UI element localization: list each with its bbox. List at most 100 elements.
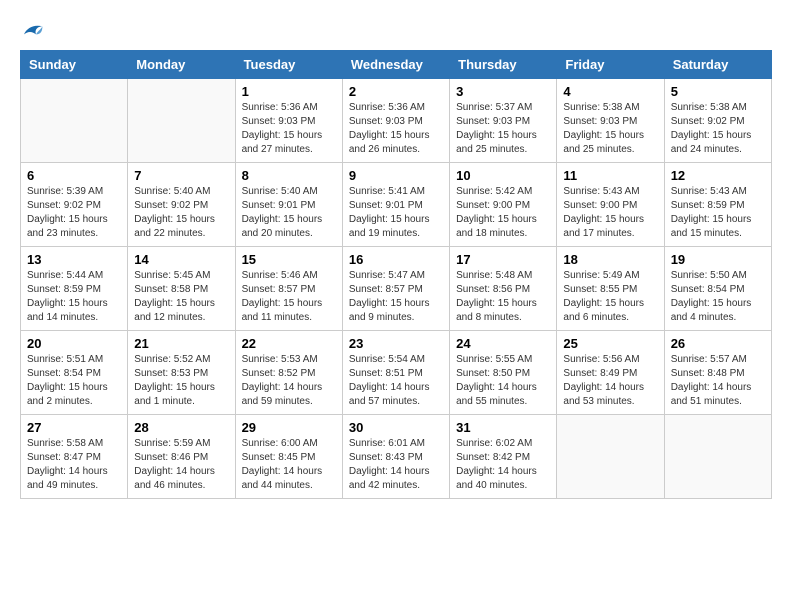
- day-info: Sunrise: 5:44 AM Sunset: 8:59 PM Dayligh…: [27, 269, 121, 325]
- day-info: Sunrise: 5:40 AM Sunset: 9:02 PM Dayligh…: [134, 185, 228, 241]
- day-number: 14: [134, 252, 228, 267]
- day-info: Sunrise: 5:38 AM Sunset: 9:03 PM Dayligh…: [563, 101, 657, 157]
- day-number: 11: [563, 168, 657, 183]
- day-number: 7: [134, 168, 228, 183]
- week-row-3: 13 Sunrise: 5:44 AM Sunset: 8:59 PM Dayli…: [21, 247, 772, 331]
- week-row-4: 20 Sunrise: 5:51 AM Sunset: 8:54 PM Dayli…: [21, 331, 772, 415]
- day-number: 13: [27, 252, 121, 267]
- day-info: Sunrise: 5:37 AM Sunset: 9:03 PM Dayligh…: [456, 101, 550, 157]
- day-number: 20: [27, 336, 121, 351]
- day-number: 4: [563, 84, 657, 99]
- day-number: 21: [134, 336, 228, 351]
- calendar-cell: 18Sunrise: 5:49 AM Sunset: 8:55 PM Dayli…: [557, 247, 664, 331]
- calendar-cell: 22 Sunrise: 5:53 AM Sunset: 8:52 PM Dayli…: [235, 331, 342, 415]
- day-info: Sunrise: 5:50 AM Sunset: 8:54 PM Dayligh…: [671, 269, 765, 325]
- day-info: Sunrise: 5:43 AM Sunset: 8:59 PM Dayligh…: [671, 185, 765, 241]
- calendar-cell: 17 Sunrise: 5:48 AM Sunset: 8:56 PM Dayli…: [450, 247, 557, 331]
- day-info: Sunrise: 5:49 AM Sunset: 8:55 PM Dayligh…: [563, 269, 657, 325]
- day-info: Sunrise: 5:57 AM Sunset: 8:48 PM Dayligh…: [671, 353, 765, 409]
- calendar-header-sunday: Sunday: [21, 51, 128, 79]
- calendar-cell: 23 Sunrise: 5:54 AM Sunset: 8:51 PM Dayli…: [342, 331, 449, 415]
- day-number: 27: [27, 420, 121, 435]
- calendar-header-wednesday: Wednesday: [342, 51, 449, 79]
- day-info: Sunrise: 5:46 AM Sunset: 8:57 PM Dayligh…: [242, 269, 336, 325]
- day-number: 16: [349, 252, 443, 267]
- calendar-cell: [128, 79, 235, 163]
- calendar-cell: 20 Sunrise: 5:51 AM Sunset: 8:54 PM Dayli…: [21, 331, 128, 415]
- day-number: 12: [671, 168, 765, 183]
- calendar-cell: 11 Sunrise: 5:43 AM Sunset: 9:00 PM Dayli…: [557, 163, 664, 247]
- day-number: 9: [349, 168, 443, 183]
- day-number: 30: [349, 420, 443, 435]
- day-info: Sunrise: 5:43 AM Sunset: 9:00 PM Dayligh…: [563, 185, 657, 241]
- calendar-header-thursday: Thursday: [450, 51, 557, 79]
- calendar-cell: [557, 415, 664, 499]
- day-number: 31: [456, 420, 550, 435]
- calendar-cell: 15 Sunrise: 5:46 AM Sunset: 8:57 PM Dayli…: [235, 247, 342, 331]
- calendar-cell: 12 Sunrise: 5:43 AM Sunset: 8:59 PM Dayli…: [664, 163, 771, 247]
- day-info: Sunrise: 5:58 AM Sunset: 8:47 PM Dayligh…: [27, 437, 121, 493]
- calendar-cell: 13 Sunrise: 5:44 AM Sunset: 8:59 PM Dayli…: [21, 247, 128, 331]
- day-info: Sunrise: 5:41 AM Sunset: 9:01 PM Dayligh…: [349, 185, 443, 241]
- day-number: 15: [242, 252, 336, 267]
- day-number: 8: [242, 168, 336, 183]
- day-number: 25: [563, 336, 657, 351]
- week-row-2: 6Sunrise: 5:39 AM Sunset: 9:02 PM Daylig…: [21, 163, 772, 247]
- calendar-cell: 27 Sunrise: 5:58 AM Sunset: 8:47 PM Dayli…: [21, 415, 128, 499]
- day-number: 28: [134, 420, 228, 435]
- day-info: Sunrise: 5:42 AM Sunset: 9:00 PM Dayligh…: [456, 185, 550, 241]
- day-info: Sunrise: 5:51 AM Sunset: 8:54 PM Dayligh…: [27, 353, 121, 409]
- calendar-header-monday: Monday: [128, 51, 235, 79]
- day-number: 19: [671, 252, 765, 267]
- calendar-cell: 5Sunrise: 5:38 AM Sunset: 9:02 PM Daylig…: [664, 79, 771, 163]
- day-info: Sunrise: 5:40 AM Sunset: 9:01 PM Dayligh…: [242, 185, 336, 241]
- day-info: Sunrise: 5:52 AM Sunset: 8:53 PM Dayligh…: [134, 353, 228, 409]
- calendar-cell: 9 Sunrise: 5:41 AM Sunset: 9:01 PM Daylig…: [342, 163, 449, 247]
- day-number: 3: [456, 84, 550, 99]
- week-row-5: 27 Sunrise: 5:58 AM Sunset: 8:47 PM Dayli…: [21, 415, 772, 499]
- calendar-header-saturday: Saturday: [664, 51, 771, 79]
- day-info: Sunrise: 5:36 AM Sunset: 9:03 PM Dayligh…: [349, 101, 443, 157]
- calendar-cell: 1 Sunrise: 5:36 AM Sunset: 9:03 PM Daylig…: [235, 79, 342, 163]
- calendar-header-tuesday: Tuesday: [235, 51, 342, 79]
- day-info: Sunrise: 5:45 AM Sunset: 8:58 PM Dayligh…: [134, 269, 228, 325]
- day-number: 26: [671, 336, 765, 351]
- day-info: Sunrise: 6:01 AM Sunset: 8:43 PM Dayligh…: [349, 437, 443, 493]
- day-number: 23: [349, 336, 443, 351]
- calendar-cell: [664, 415, 771, 499]
- calendar-cell: 10Sunrise: 5:42 AM Sunset: 9:00 PM Dayli…: [450, 163, 557, 247]
- day-info: Sunrise: 5:47 AM Sunset: 8:57 PM Dayligh…: [349, 269, 443, 325]
- calendar-cell: 3 Sunrise: 5:37 AM Sunset: 9:03 PM Daylig…: [450, 79, 557, 163]
- day-info: Sunrise: 5:54 AM Sunset: 8:51 PM Dayligh…: [349, 353, 443, 409]
- calendar-cell: 28 Sunrise: 5:59 AM Sunset: 8:46 PM Dayli…: [128, 415, 235, 499]
- calendar-table: SundayMondayTuesdayWednesdayThursdayFrid…: [20, 50, 772, 499]
- calendar-cell: 21 Sunrise: 5:52 AM Sunset: 8:53 PM Dayli…: [128, 331, 235, 415]
- calendar-cell: 24 Sunrise: 5:55 AM Sunset: 8:50 PM Dayli…: [450, 331, 557, 415]
- day-info: Sunrise: 5:48 AM Sunset: 8:56 PM Dayligh…: [456, 269, 550, 325]
- day-number: 17: [456, 252, 550, 267]
- day-info: Sunrise: 5:36 AM Sunset: 9:03 PM Dayligh…: [242, 101, 336, 157]
- day-number: 1: [242, 84, 336, 99]
- calendar-cell: 2 Sunrise: 5:36 AM Sunset: 9:03 PM Daylig…: [342, 79, 449, 163]
- day-info: Sunrise: 5:59 AM Sunset: 8:46 PM Dayligh…: [134, 437, 228, 493]
- day-number: 2: [349, 84, 443, 99]
- day-info: Sunrise: 5:39 AM Sunset: 9:02 PM Dayligh…: [27, 185, 121, 241]
- day-info: Sunrise: 5:55 AM Sunset: 8:50 PM Dayligh…: [456, 353, 550, 409]
- day-number: 24: [456, 336, 550, 351]
- page-header: [20, 20, 772, 40]
- calendar-cell: 25Sunrise: 5:56 AM Sunset: 8:49 PM Dayli…: [557, 331, 664, 415]
- calendar-cell: 4 Sunrise: 5:38 AM Sunset: 9:03 PM Daylig…: [557, 79, 664, 163]
- calendar-cell: 6Sunrise: 5:39 AM Sunset: 9:02 PM Daylig…: [21, 163, 128, 247]
- day-number: 29: [242, 420, 336, 435]
- day-number: 22: [242, 336, 336, 351]
- calendar-cell: 7 Sunrise: 5:40 AM Sunset: 9:02 PM Daylig…: [128, 163, 235, 247]
- day-info: Sunrise: 5:53 AM Sunset: 8:52 PM Dayligh…: [242, 353, 336, 409]
- calendar-cell: [21, 79, 128, 163]
- calendar-cell: 30 Sunrise: 6:01 AM Sunset: 8:43 PM Dayli…: [342, 415, 449, 499]
- day-info: Sunrise: 5:38 AM Sunset: 9:02 PM Dayligh…: [671, 101, 765, 157]
- logo: [20, 20, 48, 40]
- week-row-1: 1 Sunrise: 5:36 AM Sunset: 9:03 PM Daylig…: [21, 79, 772, 163]
- day-info: Sunrise: 6:02 AM Sunset: 8:42 PM Dayligh…: [456, 437, 550, 493]
- calendar-cell: 14 Sunrise: 5:45 AM Sunset: 8:58 PM Dayli…: [128, 247, 235, 331]
- day-info: Sunrise: 6:00 AM Sunset: 8:45 PM Dayligh…: [242, 437, 336, 493]
